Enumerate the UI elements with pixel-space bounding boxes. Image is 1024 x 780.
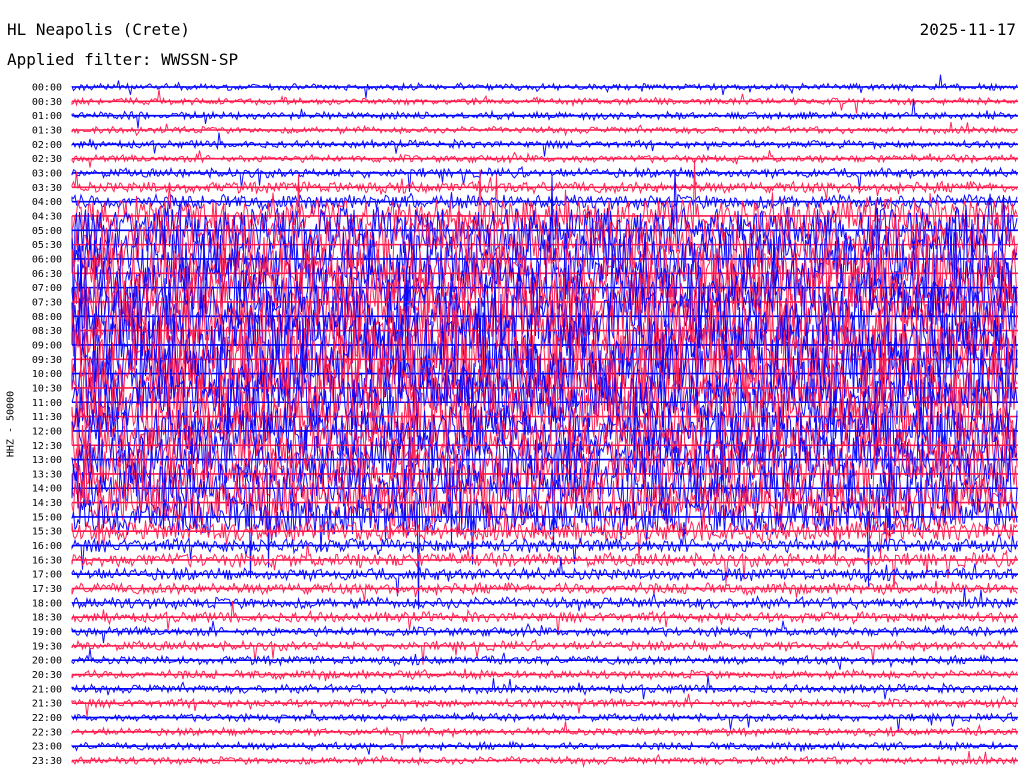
- time-tick-label: 18:30: [32, 613, 62, 624]
- trace-line: [71, 121, 1018, 137]
- time-tick-label: 01:30: [32, 125, 62, 136]
- time-tick-label: 09:00: [32, 340, 62, 351]
- time-tick-label: 05:00: [32, 226, 62, 237]
- time-tick-label: 08:30: [32, 326, 62, 337]
- trace-line: [71, 751, 1018, 769]
- time-tick-label: 18:00: [32, 598, 62, 609]
- trace-line: [71, 588, 1018, 612]
- trace-line: [71, 171, 1018, 201]
- time-tick-label: 23:00: [32, 742, 62, 753]
- time-tick-label: 02:00: [32, 140, 62, 151]
- time-tick-label: 19:30: [32, 641, 62, 652]
- time-tick-label: 14:00: [32, 484, 62, 495]
- time-tick-label: 12:30: [32, 441, 62, 452]
- trace-line: [71, 675, 1018, 700]
- time-tick-label: 07:30: [32, 297, 62, 308]
- time-tick-label: 20:00: [32, 656, 62, 667]
- trace-line: [71, 648, 1018, 670]
- time-tick-label: 01:00: [32, 111, 62, 122]
- time-tick-labels: 00:00 00:30 01:00 01:30 02:00 02:30 03:00 03:30…: [32, 83, 62, 768]
- time-tick-label: 04:00: [32, 197, 62, 208]
- trace-line: [71, 740, 1018, 755]
- time-tick-label: 17:00: [32, 570, 62, 581]
- time-tick-label: 12:00: [32, 426, 62, 437]
- time-tick-label: 00:00: [32, 83, 62, 94]
- time-tick-label: 03:30: [32, 183, 62, 194]
- trace-line: [71, 721, 1018, 746]
- trace-group: [71, 74, 1018, 769]
- time-tick-label: 22:30: [32, 727, 62, 738]
- time-tick-label: 00:30: [32, 97, 62, 108]
- time-tick-label: 06:30: [32, 269, 62, 280]
- time-tick-label: 23:30: [32, 756, 62, 767]
- time-tick-label: 22:00: [32, 713, 62, 724]
- time-tick-label: 15:30: [32, 527, 62, 538]
- time-tick-label: 11:00: [32, 398, 62, 409]
- time-tick-label: 16:00: [32, 541, 62, 552]
- time-tick-label: 13:00: [32, 455, 62, 466]
- time-tick-label: 05:30: [32, 240, 62, 251]
- time-tick-label: 17:30: [32, 584, 62, 595]
- time-tick-label: 07:00: [32, 283, 62, 294]
- time-tick-label: 21:00: [32, 684, 62, 695]
- time-tick-label: 10:00: [32, 369, 62, 380]
- time-tick-label: 19:00: [32, 627, 62, 638]
- helicorder-plot: 00:00 00:30 01:00 01:30 02:00 02:30 03:00 03:30…: [32, 74, 1018, 769]
- trace-line: [71, 580, 1018, 602]
- trace-line: [71, 99, 1018, 129]
- time-tick-label: 11:30: [32, 412, 62, 423]
- time-tick-label: 13:30: [32, 469, 62, 480]
- time-tick-label: 08:00: [32, 312, 62, 323]
- trace-line: [71, 499, 1018, 558]
- time-tick-label: 03:00: [32, 168, 62, 179]
- time-tick-label: 04:30: [32, 211, 62, 222]
- time-tick-label: 09:30: [32, 355, 62, 366]
- time-tick-label: 20:30: [32, 670, 62, 681]
- time-tick-label: 21:30: [32, 699, 62, 710]
- time-tick-label: 02:30: [32, 154, 62, 165]
- time-tick-label: 10:30: [32, 383, 62, 394]
- time-tick-label: 14:30: [32, 498, 62, 509]
- time-tick-label: 06:00: [32, 254, 62, 265]
- time-tick-label: 15:00: [32, 512, 62, 523]
- trace-line: [71, 709, 1018, 733]
- time-tick-label: 16:30: [32, 555, 62, 566]
